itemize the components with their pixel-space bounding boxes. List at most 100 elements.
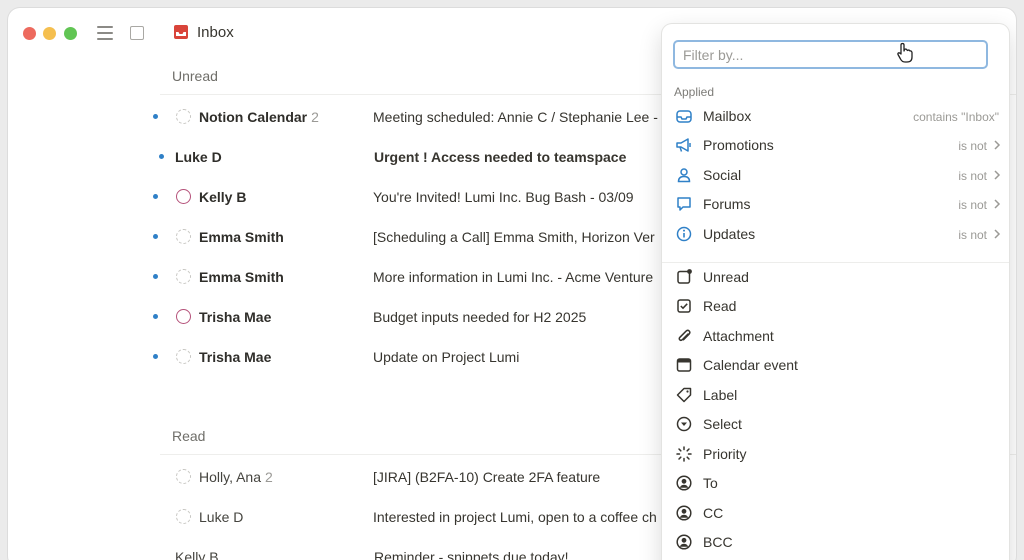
filter-option-label: Unread <box>703 269 749 285</box>
status-circle[interactable] <box>176 509 191 524</box>
filter-option-priority[interactable]: Priority <box>662 440 1009 469</box>
status-circle[interactable] <box>176 349 191 364</box>
email-subject: More information in Lumi Inc. - Acme Ven… <box>373 269 654 285</box>
email-sender: Notion Calendar 2 <box>199 109 319 125</box>
unread-dot <box>159 154 164 159</box>
thread-count: 2 <box>265 469 273 485</box>
status-circle[interactable] <box>176 269 191 284</box>
email-subject: Meeting scheduled: Annie C / Stephanie L… <box>373 109 658 125</box>
section-label-read: Read <box>172 428 206 444</box>
status-circle[interactable] <box>176 469 191 484</box>
tag-icon <box>676 387 692 403</box>
filter-option-label[interactable]: Label <box>662 381 1009 410</box>
chat-bubble-icon <box>677 197 691 211</box>
filter-item-forums[interactable]: Forums is not <box>662 190 1009 219</box>
calendar-icon <box>676 358 692 372</box>
megaphone-icon <box>676 138 691 152</box>
filter-option-label: CC <box>703 505 724 521</box>
email-subject: Update on Project Lumi <box>373 349 520 365</box>
close-window-button[interactable] <box>23 27 36 40</box>
email-subject: Interested in project Lumi, open to a co… <box>373 509 657 525</box>
info-icon <box>676 226 692 242</box>
filter-option-label-text: Label <box>703 387 738 403</box>
filter-item-value: is not <box>958 139 987 153</box>
email-subject: [JIRA] (B2FA-10) Create 2FA feature <box>373 469 601 485</box>
filter-option-read[interactable]: Read <box>662 292 1009 321</box>
filter-option-label: Attachment <box>703 328 774 344</box>
email-subject: Budget inputs needed for H2 2025 <box>373 309 587 325</box>
chevron-right-icon <box>994 140 1001 150</box>
email-sender: Kelly B <box>175 549 219 560</box>
unread-dot <box>153 314 158 319</box>
filter-option-unread[interactable]: Unread <box>662 263 1009 292</box>
filter-option-attachment[interactable]: Attachment <box>662 322 1009 351</box>
filter-option-label: Calendar event <box>703 357 798 373</box>
email-sender: Luke D <box>199 509 244 525</box>
email-subject: You're Invited! Lumi Inc. Bug Bash - 03/… <box>373 189 634 205</box>
filter-option-label: Read <box>703 298 737 314</box>
filter-item-promotions[interactable]: Promotions is not <box>662 131 1009 160</box>
filter-option-select[interactable]: Select <box>662 410 1009 439</box>
status-circle[interactable] <box>176 189 191 204</box>
app-window: Inbox Unread Notion Calendar 2 Meeting sc… <box>8 8 1016 560</box>
user-circle-icon <box>676 534 692 550</box>
paperclip-icon <box>678 329 691 342</box>
filter-option-to[interactable]: To <box>662 469 1009 498</box>
filter-item-value: is not <box>958 169 987 183</box>
filter-item-mailbox[interactable]: Mailbox contains "Inbox" <box>662 102 1009 131</box>
unread-dot <box>153 114 158 119</box>
filter-input[interactable] <box>673 40 988 69</box>
inbox-icon <box>174 25 188 39</box>
filter-item-updates[interactable]: Updates is not <box>662 220 1009 249</box>
status-circle[interactable] <box>176 309 191 324</box>
email-subject: Reminder - snippets due today! <box>374 549 569 560</box>
email-sender: Trisha Mae <box>199 349 272 365</box>
chevron-right-icon <box>994 229 1001 239</box>
email-subject: Urgent ! Access needed to teamspace <box>374 149 627 165</box>
menu-icon[interactable] <box>97 26 113 40</box>
filter-item-value: contains "Inbox" <box>913 110 999 124</box>
unread-dot <box>153 354 158 359</box>
filter-option-cc[interactable]: CC <box>662 499 1009 528</box>
chevron-right-icon <box>994 170 1001 180</box>
person-icon <box>677 168 691 183</box>
email-subject: [Scheduling a Call] Emma Smith, Horizon … <box>373 229 655 245</box>
email-sender: Emma Smith <box>199 229 284 245</box>
chevron-circle-icon <box>676 416 692 432</box>
filter-option-label: BCC <box>703 534 733 550</box>
filter-option-label: To <box>703 475 718 491</box>
minimize-window-button[interactable] <box>43 27 56 40</box>
unread-square-icon <box>677 269 692 284</box>
user-circle-icon <box>676 475 692 491</box>
filter-option-label: Select <box>703 416 742 432</box>
status-circle[interactable] <box>176 109 191 124</box>
priority-spinner-icon <box>676 446 692 462</box>
filter-item-label: Social <box>703 167 742 183</box>
filter-dropdown: Applied Mailbox contains "Inbox" Promoti… <box>662 24 1009 560</box>
sidebar-toggle-icon[interactable] <box>130 26 144 40</box>
filter-item-label: Forums <box>703 196 751 212</box>
thread-count: 2 <box>311 109 319 125</box>
email-sender: Emma Smith <box>199 269 284 285</box>
filter-option-label: Priority <box>703 446 747 462</box>
email-sender: Holly, Ana 2 <box>199 469 273 485</box>
unread-dot <box>153 194 158 199</box>
mailbox-icon <box>676 110 692 123</box>
filter-item-label: Mailbox <box>703 108 752 124</box>
filter-item-value: is not <box>958 228 987 242</box>
filter-option-calendar-event[interactable]: Calendar event <box>662 351 1009 380</box>
user-circle-icon <box>676 505 692 521</box>
section-label-unread: Unread <box>172 68 218 84</box>
checkbox-icon <box>677 299 691 313</box>
email-sender: Trisha Mae <box>199 309 272 325</box>
status-circle[interactable] <box>176 229 191 244</box>
filter-item-label: Promotions <box>703 137 774 153</box>
unread-dot <box>153 234 158 239</box>
email-sender: Kelly B <box>199 189 247 205</box>
page-title: Inbox <box>197 24 234 41</box>
filter-item-social[interactable]: Social is not <box>662 161 1009 190</box>
filter-option-bcc[interactable]: BCC <box>662 528 1009 557</box>
filter-item-label: Updates <box>703 226 756 242</box>
maximize-window-button[interactable] <box>64 27 77 40</box>
unread-dot <box>153 274 158 279</box>
